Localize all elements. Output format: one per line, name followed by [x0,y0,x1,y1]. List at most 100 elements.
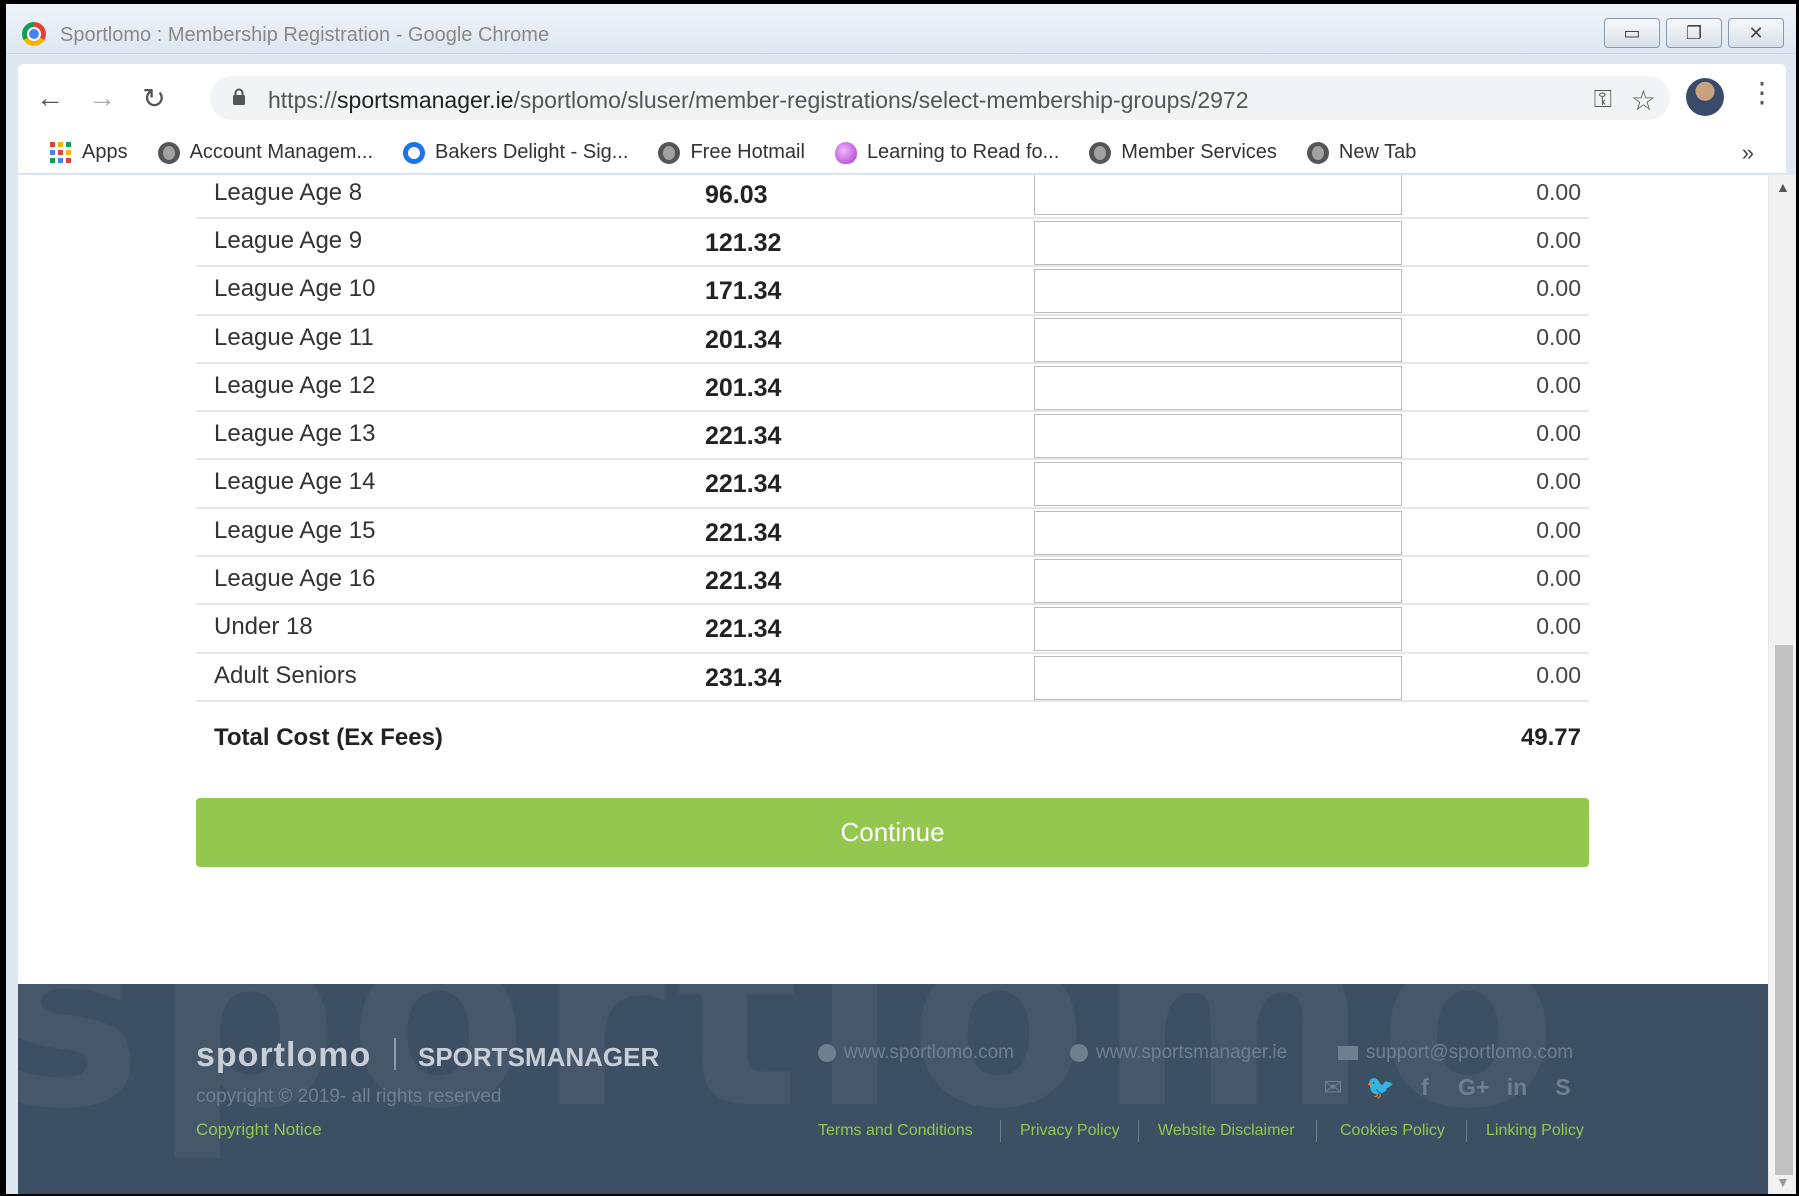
bookmark-account-management[interactable]: Account Managem... [157,141,374,164]
copyright-notice-link[interactable]: Copyright Notice [196,1120,322,1140]
email-icon[interactable]: ✉ [1320,1074,1346,1101]
apps-grid-icon [50,141,72,164]
sportsmanager-logo: SPORTSMANAGER [418,1042,660,1072]
bookmarks-bar: Apps Account Managem... Bakers Delight -… [18,132,1786,174]
facebook-icon[interactable]: f [1412,1074,1438,1101]
globe-icon [1089,141,1112,164]
quantity-input[interactable] [1034,269,1402,314]
browser-menu-icon[interactable]: ⋮ [1748,76,1776,109]
window-title: Sportlomo : Membership Registration - Go… [60,24,550,46]
contact-sportsmanager-site[interactable]: www.sportsmanager.ie [1070,1042,1287,1064]
bookmark-label: Bakers Delight - Sig... [435,141,629,163]
address-bar[interactable]: https://sportsmanager.ie/sportlomo/sluse… [210,76,1670,120]
quantity-input[interactable] [1034,365,1402,410]
contact-email[interactable]: support@sportlomo.com [1338,1042,1573,1064]
group-subtotal: 0.00 [1536,371,1581,398]
bookmark-label: Free Hotmail [690,141,805,163]
cookies-policy-link[interactable]: Cookies Policy [1340,1122,1445,1140]
scroll-down-icon[interactable]: ▼ [1776,1174,1790,1190]
table-row: Adult Seniors 231.34 0.00 [196,654,1589,702]
legal-divider [1000,1120,1001,1142]
website-disclaimer-link[interactable]: Website Disclaimer [1158,1122,1295,1140]
browser-toolbar: ← → ↻ https://sportsmanager.ie/sportlomo… [18,64,1786,132]
envelope-icon [1338,1046,1358,1060]
table-row: League Age 14 221.34 0.00 [196,460,1589,509]
linking-policy-link[interactable]: Linking Policy [1486,1122,1584,1140]
group-price: 201.34 [705,373,782,402]
browser-window: Sportlomo : Membership Registration - Go… [6,4,1796,1194]
group-price: 221.34 [705,615,782,644]
group-name: League Age 9 [214,227,363,254]
quantity-input[interactable] [1034,462,1402,507]
profile-avatar[interactable] [1686,78,1724,116]
back-button[interactable]: ← [32,80,68,116]
logo-divider [394,1038,396,1070]
bookmark-new-tab[interactable]: New Tab [1306,141,1417,164]
group-name: League Age 13 [214,420,376,448]
quantity-input[interactable] [1034,655,1402,700]
page-scrollbar[interactable]: ▲ ▼ [1768,175,1796,1194]
url-host: sportsmanager.ie [337,87,514,113]
table-row: Under 18 221.34 0.00 [196,605,1589,654]
group-name: League Age 10 [214,275,376,303]
table-row: League Age 16 221.34 0.00 [196,557,1589,606]
quantity-input[interactable] [1034,175,1402,215]
continue-button[interactable]: Continue [196,798,1589,867]
group-name: League Age 12 [214,371,376,399]
globe-icon [157,141,180,164]
bookmark-member-services[interactable]: Member Services [1089,141,1277,164]
table-row: League Age 15 221.34 0.00 [196,509,1589,558]
group-subtotal: 0.00 [1536,516,1581,543]
bookmark-apps[interactable]: Apps [50,141,128,164]
forward-button[interactable]: → [84,80,120,116]
key-icon[interactable]: ⚿ [1594,86,1612,114]
bookmark-label: Account Managem... [189,141,374,163]
group-price: 171.34 [705,277,782,306]
group-subtotal: 0.00 [1536,613,1581,640]
total-cost-row: Total Cost (Ex Fees) 49.77 [196,702,1589,772]
outlook-icon [403,141,426,164]
scroll-up-icon[interactable]: ▲ [1776,179,1790,195]
group-price: 221.34 [705,422,782,451]
quantity-input[interactable] [1034,510,1402,555]
bookmark-label: Learning to Read fo... [866,141,1060,163]
url-scheme: https:// [268,87,338,113]
google-plus-icon[interactable]: G+ [1458,1074,1489,1101]
bookmark-free-hotmail[interactable]: Free Hotmail [658,141,805,164]
group-price: 221.34 [705,518,782,547]
quantity-input[interactable] [1034,607,1402,652]
sportlomo-logo: sportlomo [196,1036,372,1074]
legal-divider [1466,1120,1467,1142]
quantity-input[interactable] [1034,414,1402,459]
terms-link[interactable]: Terms and Conditions [818,1122,973,1140]
bookmark-bakers-delight[interactable]: Bakers Delight - Sig... [403,141,628,164]
group-name: League Age 8 [214,179,363,206]
restore-button[interactable]: ❐ [1666,18,1722,48]
privacy-policy-link[interactable]: Privacy Policy [1020,1122,1120,1140]
bookmark-learning-to-read[interactable]: Learning to Read fo... [834,141,1060,164]
group-price: 96.03 [705,181,768,209]
linkedin-icon[interactable]: in [1504,1074,1530,1101]
skype-icon[interactable]: S [1550,1074,1576,1101]
bookmark-star-icon[interactable]: ☆ [1631,84,1656,117]
minimize-button[interactable]: ▭ [1604,18,1660,48]
group-price: 221.34 [705,567,782,596]
site-footer: sportlomo sportlomo SPORTSMANAGER copyri… [18,984,1768,1194]
group-subtotal: 0.00 [1536,468,1581,495]
group-name: League Age 14 [214,468,376,496]
reload-button[interactable]: ↻ [136,80,172,116]
bookmarks-overflow-icon[interactable]: » [1742,140,1754,166]
scrollbar-thumb[interactable] [1775,645,1793,1175]
bookmark-label: New Tab [1338,141,1417,163]
contact-sportlomo-site[interactable]: www.sportlomo.com [818,1042,1014,1064]
social-links: ✉ 🐦 f G+ in S [1320,1074,1576,1101]
group-subtotal: 0.00 [1536,179,1581,205]
total-cost-label: Total Cost (Ex Fees) [214,723,443,751]
group-price: 121.32 [705,229,782,257]
close-button[interactable]: ✕ [1728,18,1784,48]
legal-divider [1138,1120,1139,1142]
twitter-icon[interactable]: 🐦 [1366,1074,1395,1101]
quantity-input[interactable] [1034,317,1402,362]
quantity-input[interactable] [1034,559,1402,604]
quantity-input[interactable] [1034,221,1402,265]
